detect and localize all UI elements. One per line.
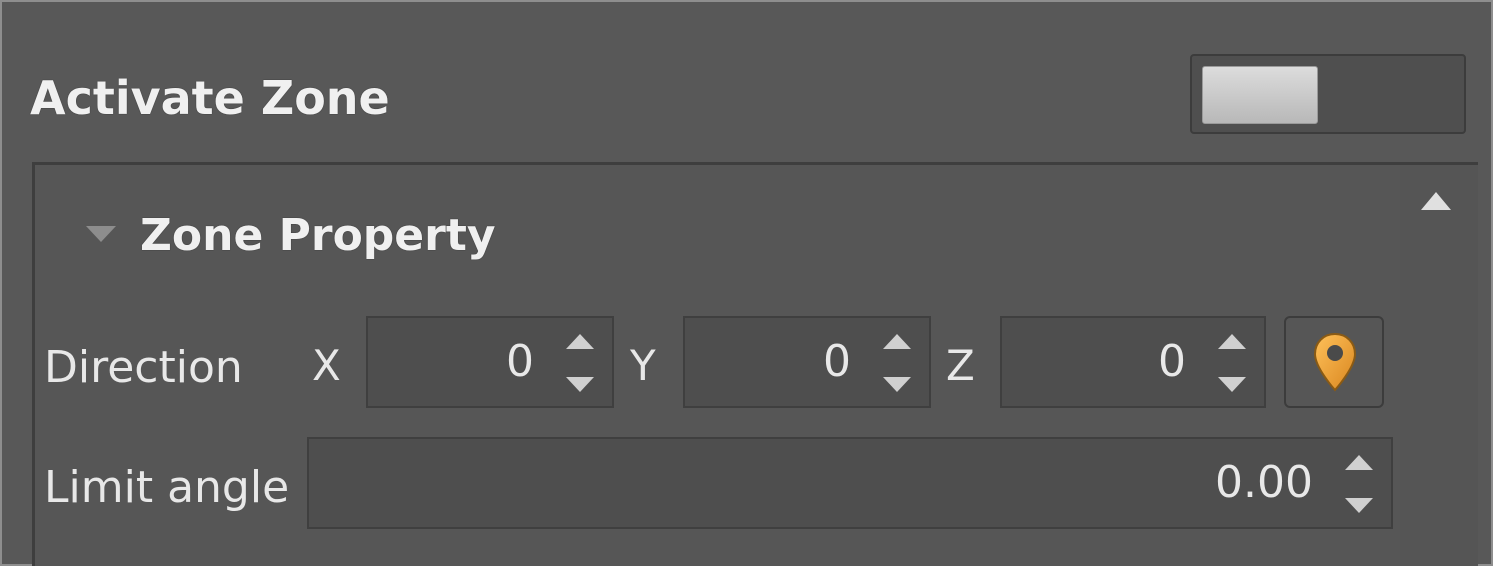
x-axis-label: X bbox=[312, 341, 341, 390]
direction-y-value[interactable]: 0 bbox=[823, 334, 851, 390]
direction-z-spinbox[interactable]: 0 bbox=[1000, 316, 1266, 408]
direction-y-spinbox[interactable]: 0 bbox=[683, 316, 931, 408]
direction-x-spinbox[interactable]: 0 bbox=[366, 316, 614, 408]
location-pin-icon bbox=[1313, 332, 1357, 392]
increment-arrow-icon[interactable] bbox=[566, 334, 594, 349]
limit-angle-spinbox[interactable]: 0.00 bbox=[307, 437, 1393, 529]
scrollbar[interactable] bbox=[1400, 165, 1478, 566]
z-axis-label: Z bbox=[946, 341, 975, 390]
scroll-up-arrow-icon[interactable] bbox=[1421, 192, 1451, 210]
pick-direction-button[interactable] bbox=[1284, 316, 1384, 408]
decrement-arrow-icon[interactable] bbox=[566, 377, 594, 392]
decrement-arrow-icon[interactable] bbox=[1218, 377, 1246, 392]
increment-arrow-icon[interactable] bbox=[1345, 455, 1373, 470]
toggle-knob[interactable] bbox=[1202, 66, 1318, 124]
direction-label: Direction bbox=[44, 342, 243, 393]
limit-angle-value[interactable]: 0.00 bbox=[1215, 455, 1313, 511]
activate-zone-label: Activate Zone bbox=[30, 71, 390, 125]
collapse-arrow-icon[interactable] bbox=[86, 226, 116, 242]
zone-property-title[interactable]: Zone Property bbox=[140, 208, 496, 264]
direction-z-value[interactable]: 0 bbox=[1158, 334, 1186, 390]
limit-angle-label: Limit angle bbox=[44, 462, 290, 513]
increment-arrow-icon[interactable] bbox=[1218, 334, 1246, 349]
increment-arrow-icon[interactable] bbox=[883, 334, 911, 349]
y-axis-label: Y bbox=[630, 341, 656, 390]
direction-x-value[interactable]: 0 bbox=[506, 334, 534, 390]
activate-zone-toggle[interactable] bbox=[1190, 54, 1466, 134]
decrement-arrow-icon[interactable] bbox=[883, 377, 911, 392]
decrement-arrow-icon[interactable] bbox=[1345, 498, 1373, 513]
